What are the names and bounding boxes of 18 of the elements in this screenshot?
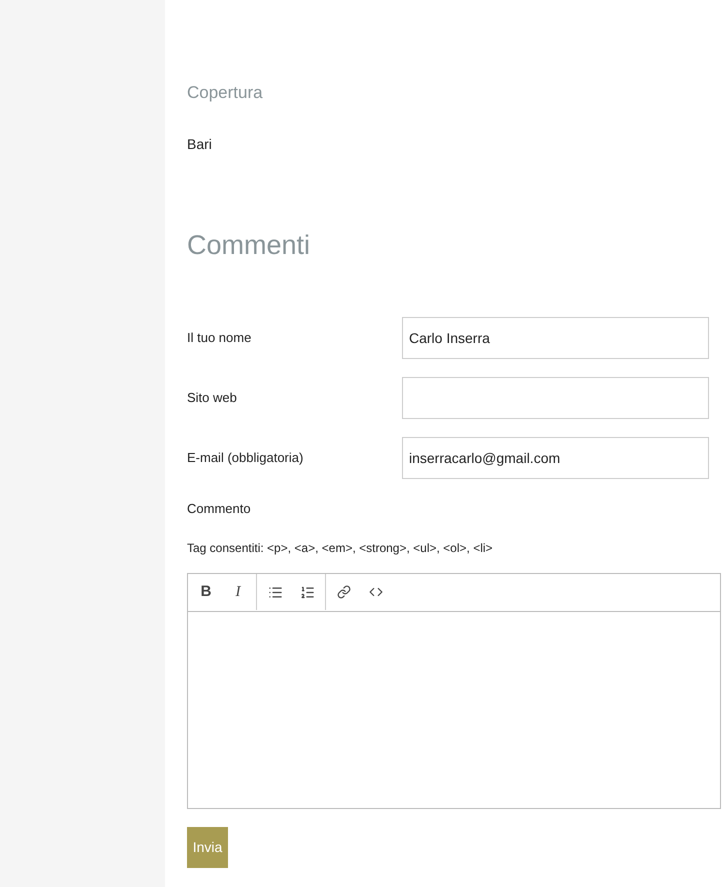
link-icon xyxy=(337,585,351,599)
field-label: Il tuo nome xyxy=(187,329,252,348)
input-field[interactable] xyxy=(402,377,709,419)
bulleted-list-icon xyxy=(268,584,282,600)
code-icon xyxy=(369,585,383,599)
allowed-tags-text: Tag consentiti: <p>, <a>, <em>, <strong>, <ul>, <ol>, <li> xyxy=(187,540,494,556)
bold-button[interactable]: B xyxy=(190,574,222,610)
numbered-list-icon xyxy=(300,584,314,600)
italic-button[interactable]: I xyxy=(222,574,254,610)
field-label: E-mail (obbligatoria) xyxy=(187,449,304,468)
input-field[interactable]: inserracarlo@gmail.com xyxy=(402,437,709,479)
section-heading: Copertura xyxy=(187,82,264,104)
coverage-value: Bari xyxy=(187,134,213,154)
comment-label: Commento xyxy=(187,500,252,518)
comments-heading: Commenti xyxy=(187,228,312,262)
field-label: Sito web xyxy=(187,389,238,408)
input-field[interactable]: Carlo Inserra xyxy=(402,317,709,359)
comment-editor[interactable]: B I xyxy=(187,572,721,808)
